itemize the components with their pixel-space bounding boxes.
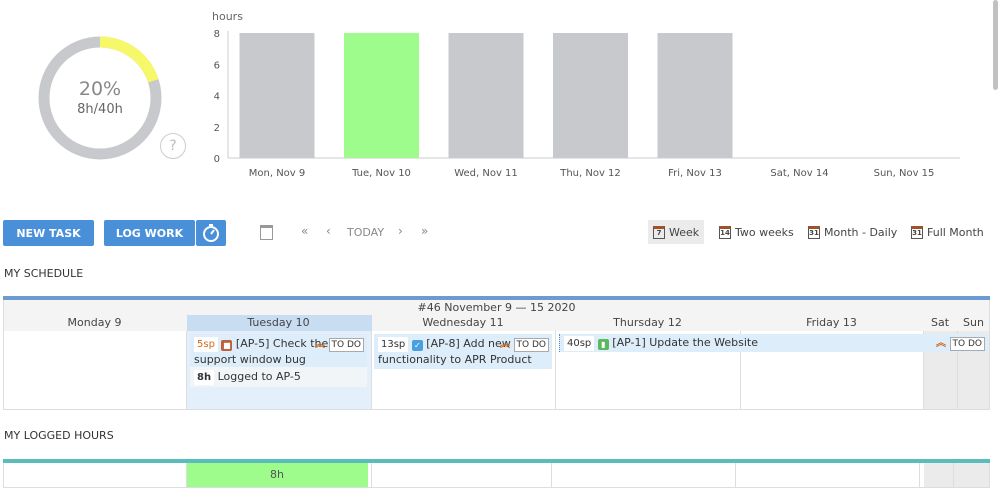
bar[interactable]	[448, 33, 524, 158]
scrollbar[interactable]	[993, 0, 998, 90]
bar[interactable]	[344, 33, 419, 158]
y-axis-label: hours	[212, 10, 243, 23]
progress-donut	[38, 36, 162, 160]
schedule-title: MY SCHEDULE	[4, 267, 84, 280]
view-label: Month - Daily	[824, 225, 898, 239]
prev-week-fast-icon[interactable]: «	[301, 224, 308, 238]
x-tick-label: Tue, Nov 10	[351, 168, 411, 179]
progress-hours: 8h/40h	[77, 102, 123, 117]
story-points: 13sp	[378, 337, 409, 352]
view-full-month-button[interactable]: 31 Full Month	[906, 220, 989, 244]
logged-grid	[3, 463, 990, 488]
x-tick-label: Sat, Nov 14	[770, 168, 828, 179]
log-work-button[interactable]: LOG WORK	[104, 220, 195, 246]
x-tick-label: Thu, Nov 12	[559, 168, 621, 179]
y-tick-label: 8	[214, 29, 220, 40]
task-card[interactable]: 13sp ✓ [AP-8] Add new functionality to A…	[374, 334, 552, 369]
bar[interactable]	[657, 33, 733, 158]
y-tick-label: 4	[214, 92, 220, 103]
next-icon[interactable]: ›	[398, 224, 403, 238]
y-tick-label: 2	[214, 123, 220, 134]
day-header: Sat	[930, 316, 950, 329]
bug-icon: ■	[221, 340, 233, 351]
task-title: [AP-1] Update the Website	[612, 336, 758, 349]
task-card[interactable]: 5sp ■ [AP-5] Check the support window bu…	[190, 334, 367, 369]
x-tick-label: Mon, Nov 9	[249, 168, 306, 179]
view-month-daily-button[interactable]: 31 Month - Daily	[803, 220, 903, 244]
calendar-icon: 7	[653, 225, 665, 239]
logged-hours-title: MY LOGGED HOURS	[4, 429, 114, 442]
checkbox-task-icon: ✓	[411, 340, 423, 351]
today-button[interactable]: TODAY	[347, 226, 384, 239]
logged-tuesday: 8h	[186, 463, 368, 487]
y-tick-label: 6	[214, 60, 220, 71]
hours-chart: hours 0 2 4 6 8 Mon, Nov 9 Tue, Nov 10 Wed, Nov …	[212, 10, 960, 179]
view-label: Two weeks	[735, 225, 794, 239]
view-two-weeks-button[interactable]: 14 Two weeks	[714, 220, 799, 244]
calendar-picker-icon[interactable]	[260, 225, 273, 240]
calendar-icon: 31	[911, 225, 923, 239]
task-card[interactable]: 40sp ▮ [AP-1] Update the Website ︽ TO DO	[559, 334, 988, 352]
calendar-icon: 14	[719, 225, 731, 239]
day-header: Thursday 12	[613, 316, 682, 329]
day-header: Tuesday 10	[247, 316, 310, 329]
priority-high-icon: ︽	[500, 339, 511, 350]
status-badge: TO DO	[513, 338, 549, 352]
view-week-button[interactable]: 7 Week	[648, 220, 705, 244]
story-points: 5sp	[194, 337, 218, 352]
day-header: Wednesday 11	[422, 316, 504, 329]
help-icon[interactable]: ?	[160, 133, 186, 159]
log-label: Logged to AP-5	[217, 370, 301, 383]
x-tick-label: Sun, Nov 15	[874, 168, 935, 179]
week-label: #46 November 9 — 15 2020	[417, 301, 576, 314]
new-task-button[interactable]: NEW TASK	[3, 220, 94, 246]
priority-high-icon: ︽	[936, 338, 947, 349]
next-week-fast-icon[interactable]: »	[421, 224, 428, 238]
view-label: Full Month	[927, 225, 984, 239]
timer-icon	[203, 224, 219, 242]
prev-icon[interactable]: ‹	[326, 224, 331, 238]
day-header: Sun	[963, 316, 984, 329]
timer-button[interactable]	[196, 220, 226, 246]
story-points: 40sp	[564, 336, 595, 351]
x-tick-label: Fri, Nov 13	[668, 168, 722, 179]
day-header: Monday 9	[67, 316, 122, 329]
calendar-icon: 31	[808, 225, 820, 239]
progress-percent: 20%	[78, 78, 122, 100]
log-entry[interactable]: 8h Logged to AP-5	[190, 367, 367, 387]
story-icon: ▮	[597, 339, 609, 350]
y-tick-label: 0	[214, 154, 220, 165]
x-tick-label: Wed, Nov 11	[454, 168, 518, 179]
bar[interactable]	[553, 33, 628, 158]
status-badge: TO DO	[328, 338, 364, 352]
day-header: Friday 13	[806, 316, 857, 329]
priority-high-icon: ︽	[315, 339, 326, 350]
view-label: Week	[669, 225, 700, 239]
log-hours: 8h	[194, 370, 215, 385]
bar[interactable]	[239, 33, 315, 158]
status-badge: TO DO	[949, 337, 985, 351]
